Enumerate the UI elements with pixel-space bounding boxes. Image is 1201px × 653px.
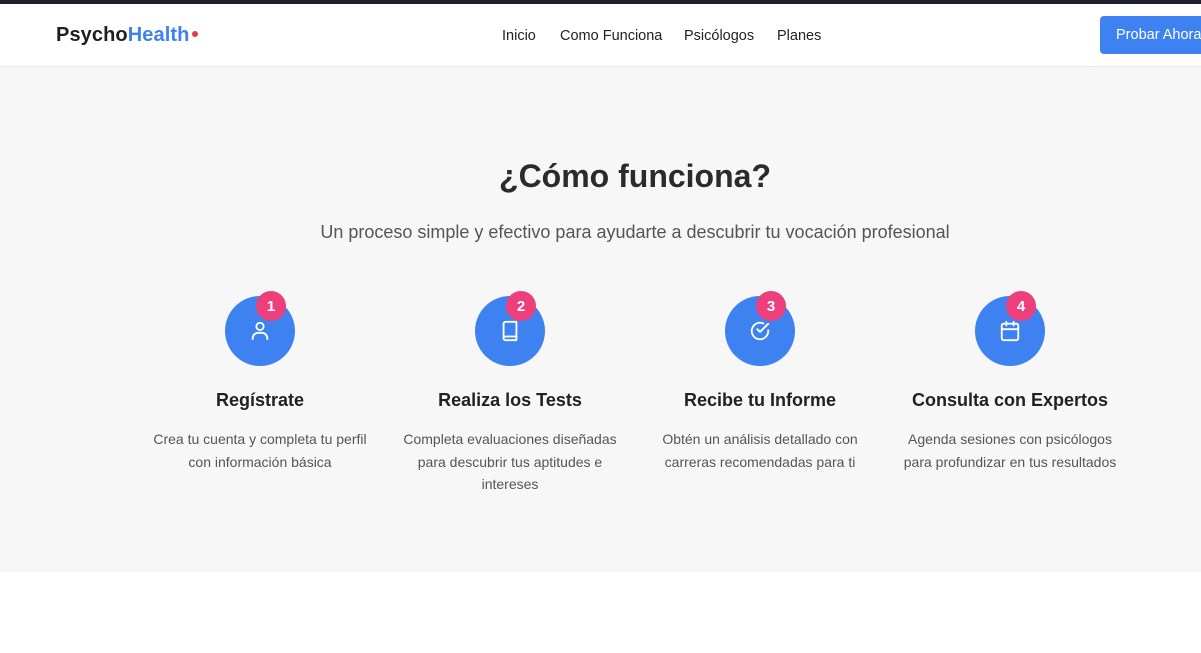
step-title: Consulta con Expertos [911,390,1109,410]
nav-link-inicio[interactable]: Inicio [502,28,536,44]
step-number-badge: 3 [756,291,786,321]
try-now-button[interactable]: Probar Ahora [1100,16,1201,54]
step-description: Completa evaluaciones diseñadas para des… [403,431,617,492]
section-title: ¿Cómo funciona? [499,158,771,194]
step-number-badge: 2 [506,291,536,321]
step-description: Agenda sesiones con psicólogos para prof… [903,431,1117,470]
step-card-1: 1 Regístrate Crea tu cuenta y completa t… [145,291,375,473]
step-card-2: 2 Realiza los Tests Completa evaluacione… [395,291,625,496]
step-icon-circle: 4 [975,291,1045,366]
section-subtitle: Un proceso simple y efectivo para ayudar… [320,222,950,242]
site-header: PsychoHealth Inicio Como Funciona Psicól… [0,4,1201,67]
step-card-3: 3 Recibe tu Informe Obtén un análisis de… [645,291,875,473]
step-icon-circle: 1 [225,291,295,366]
main-nav: Inicio Como Funciona Psicólogos Planes [0,28,1201,48]
step-icon-circle: 3 [725,291,795,366]
step-title: Regístrate [215,390,305,410]
step-number-badge: 4 [1006,291,1036,321]
step-description: Crea tu cuenta y completa tu perfil con … [153,431,367,470]
nav-link-planes[interactable]: Planes [777,28,821,44]
step-description: Obtén un análisis detallado con carreras… [662,431,858,470]
nav-link-psicologos[interactable]: Psicólogos [684,28,754,44]
calendar-icon [999,320,1021,342]
step-title: Realiza los Tests [438,390,582,410]
step-icon-circle: 2 [475,291,545,366]
step-number-badge: 1 [256,291,286,321]
check-circle-icon [749,320,771,342]
user-icon [249,320,271,342]
how-it-works-section: ¿Cómo funciona? Un proceso simple y efec… [0,67,1201,572]
step-card-4: 4 Consulta con Expertos Agenda sesiones … [895,291,1125,473]
nav-link-como-funciona[interactable]: Como Funciona [560,28,662,44]
book-icon [499,320,521,342]
step-title: Recibe tu Informe [683,390,837,410]
